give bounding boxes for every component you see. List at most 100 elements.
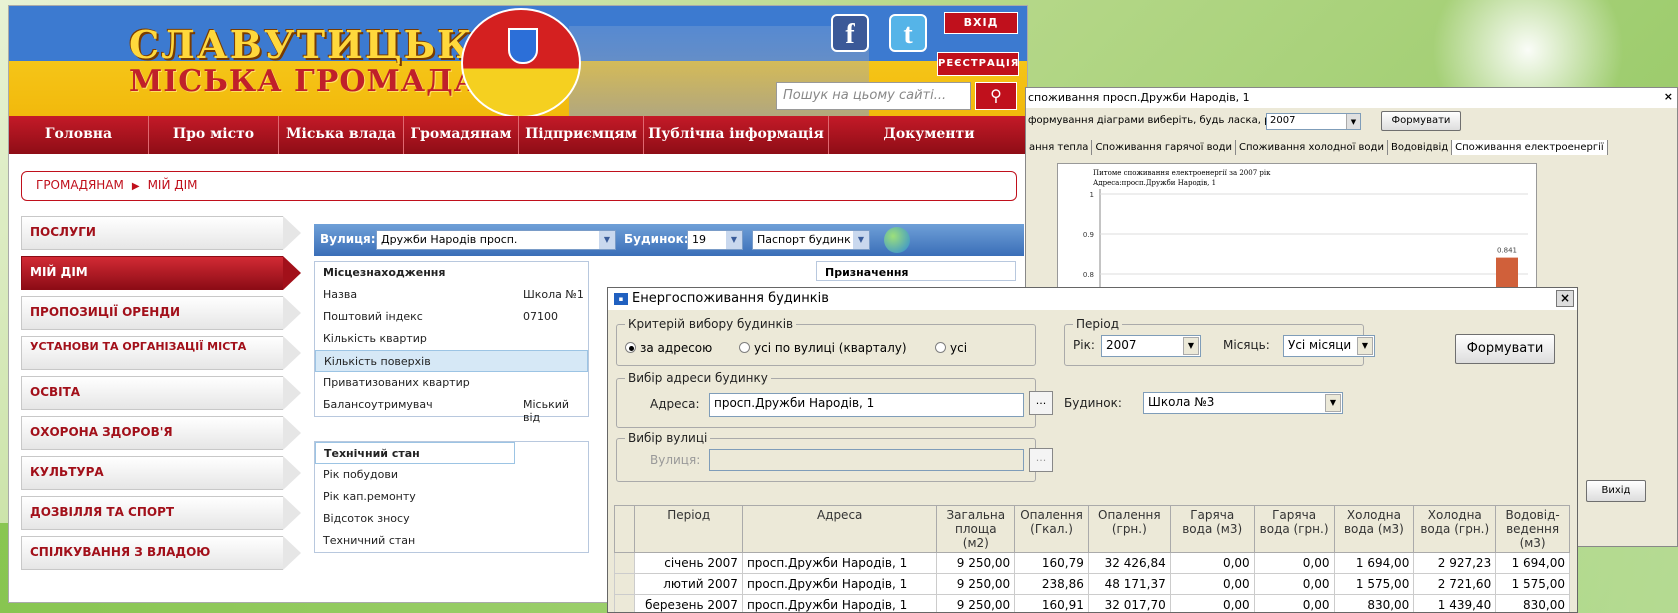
login-button[interactable]: ВХІД <box>944 12 1018 34</box>
sidebar-item-leisure-sport[interactable]: ДОЗВІЛЛЯ ТА СПОРТ <box>21 496 301 530</box>
year-label: Рік: <box>1073 338 1095 352</box>
row-indicator[interactable] <box>613 573 636 595</box>
street-select[interactable]: Дружби Народів просп. ▼ <box>376 230 616 250</box>
radio-label: усі <box>950 341 968 355</box>
search-button[interactable]: ⚲ <box>975 82 1017 110</box>
table-row[interactable]: Кількість поверхів <box>315 350 588 372</box>
tab-cold-water[interactable]: Споживання холодної води <box>1236 140 1388 155</box>
sidebar-item-communication[interactable]: СПІЛКУВАННЯ З ВЛАДОЮ <box>21 536 301 570</box>
radio-dot <box>739 342 750 353</box>
row-indicator[interactable] <box>613 552 636 574</box>
col-address[interactable]: Адреса <box>741 505 938 553</box>
sidebar-item-my-home[interactable]: МІЙ ДІМ <box>21 256 301 290</box>
nav-about-city[interactable]: Про місто <box>149 116 279 154</box>
col-cold-water-uah[interactable]: Холодна вода (грн.) <box>1413 505 1497 553</box>
col-hot-water-uah[interactable]: Гаряча вода (грн.) <box>1253 505 1335 553</box>
sidebar-item-education[interactable]: ОСВІТА <box>21 376 301 410</box>
row-indicator-header <box>613 505 636 553</box>
table-cell: січень 2007 <box>634 552 743 574</box>
table-cell: березень 2007 <box>634 594 743 612</box>
y-tick-label: 1 <box>1090 191 1094 199</box>
row-indicator[interactable] <box>613 594 636 612</box>
chart-title: Питоме споживання електроенергії за 2007… <box>1093 169 1271 177</box>
row-label: Кількість квартир <box>323 332 427 345</box>
table-row[interactable]: лютий 2007 просп.Дружби Народів, 19 250,0… <box>613 573 1570 595</box>
house-select[interactable]: 19 ▼ <box>687 230 743 250</box>
site-banner: СЛАВУТИЦЬКА МІСЬКА ГРОМАДА f t ВХІД РЕЄС… <box>9 6 1027 118</box>
table-row: Відсоток зносу <box>323 512 410 525</box>
nav-home[interactable]: Головна <box>9 116 149 154</box>
facebook-icon[interactable]: f <box>831 14 869 52</box>
breadcrumb-citizens[interactable]: ГРОМАДЯНАМ <box>36 178 124 192</box>
radio-by-address[interactable]: за адресою <box>625 341 712 355</box>
nav-city-government[interactable]: Міська влада <box>279 116 404 154</box>
tech-header: Технічний стан <box>315 442 515 464</box>
tab-heat[interactable]: ання тепла <box>1026 140 1093 155</box>
col-heating-uah[interactable]: Опалення (грн.) <box>1087 505 1171 553</box>
col-cold-water-m3[interactable]: Холодна вода (м3) <box>1333 505 1415 553</box>
nav-citizens[interactable]: Громадянам <box>404 116 519 154</box>
site-logo-line2[interactable]: МІСЬКА ГРОМАДА <box>129 64 479 99</box>
nav-entrepreneurs[interactable]: Підприємцям <box>519 116 644 154</box>
exit-button[interactable]: Вихід <box>1586 480 1646 502</box>
form-button[interactable]: Формувати <box>1455 334 1555 364</box>
tab-hot-water[interactable]: Споживання гарячої води <box>1092 140 1237 155</box>
chevron-down-icon: ▼ <box>599 231 615 249</box>
row-label: Назва <box>323 288 358 301</box>
radio-dot <box>935 342 946 353</box>
radio-all[interactable]: усі <box>935 341 967 355</box>
location-header: Місцезнаходження <box>323 266 446 279</box>
twitter-icon[interactable]: t <box>889 14 927 52</box>
close-icon[interactable]: × <box>1556 290 1574 307</box>
chevron-down-icon: ▼ <box>1183 337 1199 355</box>
chart-year-select[interactable]: 2007 ▼ <box>1266 113 1361 130</box>
search-icon: ⚲ <box>990 86 1002 105</box>
breadcrumb-arrow-icon: ▶ <box>131 181 140 192</box>
row-label: Приватизованих квартир <box>323 376 470 389</box>
nav-documents[interactable]: Документи <box>829 116 1027 154</box>
energy-dialog-titlebar: ▪ Енергоспоживання будинків × <box>608 288 1577 310</box>
col-hot-water-m3[interactable]: Гаряча вода (м3) <box>1169 505 1255 553</box>
table-cell: просп.Дружби Народів, 1 <box>741 552 938 574</box>
table-row: Балансоутримувач Міський від <box>315 394 588 424</box>
table-cell: 32 426,84 <box>1087 552 1171 574</box>
table-row[interactable]: січень 2007 просп.Дружби Народів, 19 250,… <box>613 552 1570 574</box>
table-cell: 830,00 <box>1495 594 1570 612</box>
bar-value-label: 0.841 <box>1497 247 1517 255</box>
chart-form-button[interactable]: Формувати <box>1381 111 1461 131</box>
nav-public-info[interactable]: Публічна інформація <box>644 116 829 154</box>
y-tick-label: 0.9 <box>1083 231 1094 239</box>
sidebar-item-services[interactable]: ПОСЛУГИ <box>21 216 301 250</box>
table-row: Рік кап.ремонту <box>323 490 416 503</box>
table-cell: 9 250,00 <box>936 594 1016 612</box>
globe-icon[interactable] <box>884 227 910 253</box>
sidebar-item-institutions[interactable]: УСТАНОВИ ТА ОРГАНІЗАЦІЇ МІСТА <box>21 336 301 370</box>
radio-by-street[interactable]: усі по вулиці (кварталу) <box>739 341 907 355</box>
search-input[interactable]: Пошук на цьому сайті... <box>776 82 971 110</box>
address-browse-button[interactable]: ... <box>1029 391 1053 415</box>
table-row[interactable]: березень 2007 просп.Дружби Народів, 19 25… <box>613 594 1570 612</box>
col-area[interactable]: Загальна площа (м2) <box>936 505 1016 553</box>
tab-drainage[interactable]: Водовідвід <box>1387 140 1453 155</box>
breadcrumb-my-home[interactable]: МІЙ ДІМ <box>148 178 198 192</box>
table-cell: просп.Дружби Народів, 1 <box>741 594 938 612</box>
year-select[interactable]: 2007 ▼ <box>1101 335 1201 357</box>
sidebar-item-healthcare[interactable]: ОХОРОНА ЗДОРОВ'Я <box>21 416 301 450</box>
col-period[interactable]: Період <box>634 505 743 553</box>
passport-select[interactable]: Паспорт будинк ▼ <box>752 230 870 250</box>
sidebar-item-rent-offers[interactable]: ПРОПОЗИЦІЇ ОРЕНДИ <box>21 296 301 330</box>
month-select[interactable]: Усі місяци ▼ <box>1283 335 1375 357</box>
col-heating-gcal[interactable]: Опалення (Гкал.) <box>1014 505 1089 553</box>
address-field[interactable]: просп.Дружби Народів, 1 <box>709 393 1024 417</box>
col-drainage-m3[interactable]: Водовід-ведення (м3) <box>1495 505 1570 553</box>
tab-electricity[interactable]: Споживання електроенергії <box>1452 140 1608 155</box>
radio-dot <box>625 342 636 353</box>
register-button[interactable]: РЕЄСТРАЦІЯ <box>937 52 1019 76</box>
radio-label: за адресою <box>640 341 713 355</box>
site-logo-line1[interactable]: СЛАВУТИЦЬКА <box>129 22 507 67</box>
month-select-value: Усі місяци <box>1288 338 1352 352</box>
building-select[interactable]: Школа №3 ▼ <box>1143 392 1343 414</box>
close-icon[interactable]: × <box>1664 90 1673 103</box>
house-filter-bar: Вулиця: Дружби Народів просп. ▼ Будинок: … <box>314 224 1024 256</box>
sidebar-item-culture[interactable]: КУЛЬТУРА <box>21 456 301 490</box>
